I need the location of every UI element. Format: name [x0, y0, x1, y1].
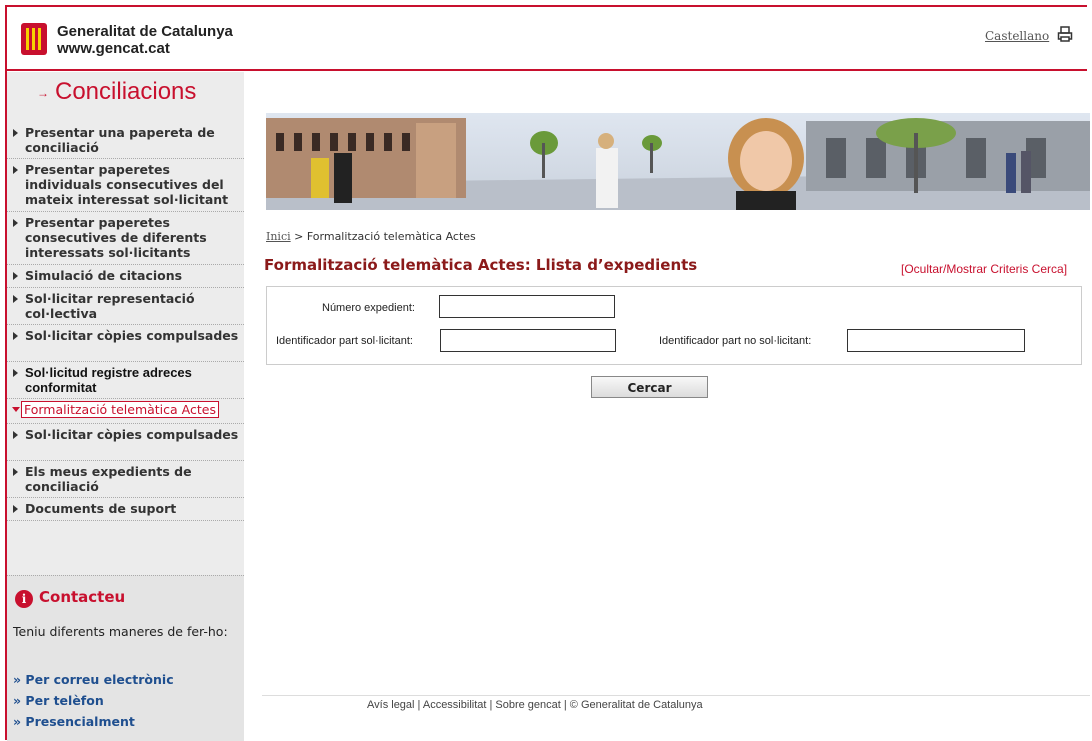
app-title-label: Conciliacions — [55, 78, 197, 105]
caret-right-icon — [13, 295, 18, 303]
sidebar: → Conciliacions Presentar una papereta de… — [7, 72, 244, 741]
breadcrumb: Inici > Formalització telemàtica Actes — [266, 230, 476, 243]
sidebar-item-label: Sol·licitar còpies compulsades — [25, 328, 239, 343]
contact-email-link[interactable]: » Per correu electrònic — [13, 672, 174, 687]
sidebar-item-label: Sol·licitar còpies compulsades — [25, 427, 239, 442]
caret-right-icon — [13, 272, 18, 280]
applicant-id-label: Identificador part sol·licitant: — [276, 335, 413, 347]
contact-title: Contacteu — [39, 588, 126, 606]
footer-divider — [262, 695, 1090, 696]
sidebar-item-simulacio-citacions[interactable]: Simulació de citacions — [7, 265, 244, 288]
caret-right-icon — [13, 431, 18, 439]
sidebar-item-label: Documents de suport — [25, 501, 177, 516]
page-title: Formalització telemàtica Actes: Llista d… — [264, 256, 698, 274]
caret-right-icon — [13, 219, 18, 227]
printer-icon[interactable] — [1057, 26, 1073, 42]
contact-phone-link[interactable]: » Per telèfon — [13, 693, 104, 708]
breadcrumb-current: Formalització telemàtica Actes — [306, 230, 476, 243]
contact-panel: i Contacteu Teniu diferents maneres de f… — [7, 575, 244, 741]
banner-image — [266, 113, 1090, 210]
site-header: Generalitat de Catalunya www.gencat.cat … — [7, 7, 1087, 71]
sidebar-item-copies-compulsades-2[interactable]: Sol·licitar còpies compulsades — [7, 424, 244, 461]
search-criteria-panel: Número expedient: Identificador part sol… — [266, 286, 1082, 365]
non-applicant-id-label: Identificador part no sol·licitant: — [659, 335, 812, 347]
sidebar-item-label: Presentar paperetes consecutives de dife… — [25, 215, 207, 260]
sidebar-item-paperetes-individuals[interactable]: Presentar paperetes individuals consecut… — [7, 159, 244, 212]
sidebar-item-documents-suport[interactable]: Documents de suport — [7, 498, 244, 521]
sidebar-item-label: Formalització telemàtica Actes — [21, 401, 219, 418]
sidebar-item-label: Sol·licitud registre adreces conformitat — [25, 365, 192, 395]
sidebar-item-meus-expedients[interactable]: Els meus expedients de conciliació — [7, 461, 244, 498]
sidebar-item-label: Simulació de citacions — [25, 268, 183, 283]
language-link[interactable]: Castellano — [985, 29, 1049, 43]
generalitat-logo[interactable] — [21, 23, 47, 55]
caret-right-icon — [13, 332, 18, 340]
search-button[interactable]: Cercar — [591, 376, 708, 398]
applicant-id-input[interactable] — [440, 329, 616, 352]
arrow-icon: → — [37, 85, 49, 100]
breadcrumb-separator: > — [290, 230, 307, 243]
sidebar-item-label: Presentar paperetes individuals consecut… — [25, 162, 229, 207]
info-icon: i — [15, 590, 33, 608]
sidebar-item-label: Sol·licitar representació col·lectiva — [25, 291, 195, 321]
sidebar-item-presentar-papereta[interactable]: Presentar una papereta de conciliació — [7, 122, 244, 159]
app-title[interactable]: → Conciliacions — [37, 78, 196, 106]
brand-name[interactable]: Generalitat de Catalunya — [57, 24, 233, 40]
sidebar-item-label: Els meus expedients de conciliació — [25, 464, 192, 494]
breadcrumb-home-link[interactable]: Inici — [266, 230, 291, 243]
contact-in-person-link[interactable]: » Presencialment — [13, 714, 135, 729]
sidebar-item-copies-compulsades[interactable]: Sol·licitar còpies compulsades — [7, 325, 244, 362]
caret-down-icon — [12, 407, 20, 412]
expedient-number-input[interactable] — [439, 295, 615, 318]
contact-text: Teniu diferents maneres de fer-ho: — [13, 624, 228, 639]
caret-right-icon — [13, 369, 18, 377]
sidebar-item-formalitzacio-actes[interactable]: Formalització telemàtica Actes — [7, 399, 244, 424]
sidebar-item-paperetes-diferents[interactable]: Presentar paperetes consecutives de dife… — [7, 212, 244, 265]
caret-right-icon — [13, 166, 18, 174]
toggle-search-criteria-link[interactable]: [Ocultar/Mostrar Criteris Cerca] — [901, 262, 1067, 276]
caret-right-icon — [13, 505, 18, 513]
sidebar-item-label: Presentar una papereta de conciliació — [25, 125, 215, 155]
non-applicant-id-input[interactable] — [847, 329, 1025, 352]
caret-right-icon — [13, 129, 18, 137]
sidebar-item-registre-adreces[interactable]: Sol·licitud registre adreces conformitat — [7, 362, 244, 399]
sidebar-menu: Presentar una papereta de conciliació Pr… — [7, 122, 244, 521]
footer-links[interactable]: Avís legal | Accessibilitat | Sobre genc… — [367, 699, 703, 711]
brand-url[interactable]: www.gencat.cat — [57, 41, 170, 57]
expedient-number-label: Número expedient: — [322, 302, 415, 314]
caret-right-icon — [13, 468, 18, 476]
sidebar-item-representacio-collectiva[interactable]: Sol·licitar representació col·lectiva — [7, 288, 244, 325]
